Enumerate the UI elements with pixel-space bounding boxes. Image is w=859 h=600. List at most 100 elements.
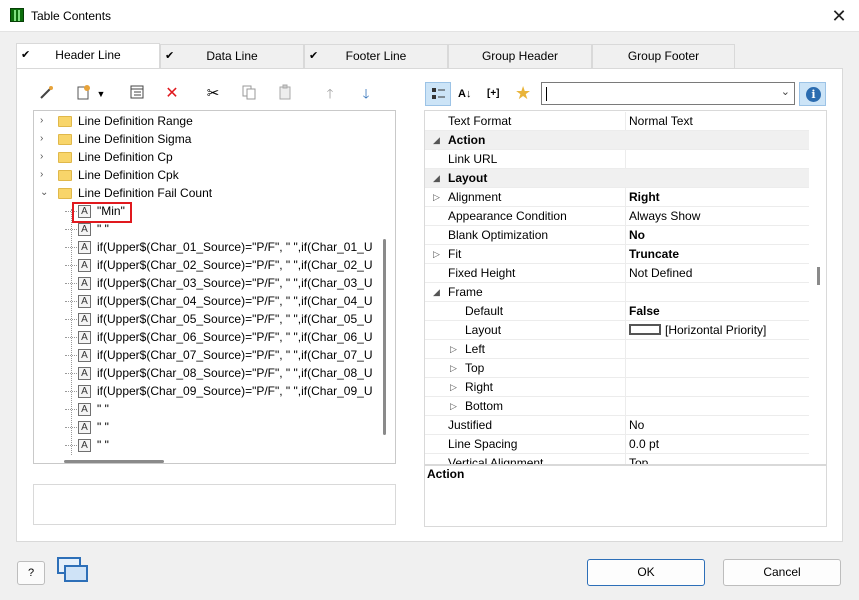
- frame-preview-swatch: [629, 324, 661, 335]
- property-row[interactable]: ▷ Bottom: [425, 397, 809, 416]
- tree-field-item[interactable]: Aif(Upper$(Char_05_Source)="P/F", " ",if…: [34, 310, 379, 328]
- cancel-button[interactable]: Cancel: [723, 559, 841, 586]
- property-value[interactable]: No: [629, 416, 644, 435]
- property-value[interactable]: Truncate: [629, 245, 679, 264]
- property-value[interactable]: Right: [629, 188, 660, 207]
- property-row[interactable]: Vertical Alignment Top: [425, 454, 809, 464]
- property-row[interactable]: ▷ Alignment Right: [425, 188, 809, 207]
- expander-icon[interactable]: ▷: [450, 397, 457, 416]
- tree-view[interactable]: › Line Definition Range › Line Definition S…: [33, 110, 396, 464]
- sort-alphabetical-icon[interactable]: A↓: [458, 84, 480, 104]
- property-name: Blank Optimization: [448, 228, 549, 242]
- new-item-icon[interactable]: [72, 84, 94, 104]
- property-row[interactable]: Link URL: [425, 150, 809, 169]
- expander-icon[interactable]: ⌄: [40, 184, 50, 202]
- property-row[interactable]: Fixed Height Not Defined: [425, 264, 809, 283]
- tree-item-label: if(Upper$(Char_02_Source)="P/F", " ",if(…: [97, 258, 373, 272]
- tree-field-item[interactable]: Aif(Upper$(Char_07_Source)="P/F", " ",if…: [34, 346, 379, 364]
- ok-button[interactable]: OK: [587, 559, 705, 586]
- tree-field-item[interactable]: Aif(Upper$(Char_01_Source)="P/F", " ",if…: [34, 238, 379, 256]
- tree-folder-item[interactable]: › Line Definition Sigma: [34, 130, 379, 148]
- property-category[interactable]: ◢ Layout: [425, 169, 809, 188]
- expander-icon[interactable]: ▷: [450, 340, 457, 359]
- expander-icon[interactable]: ▷: [450, 378, 457, 397]
- property-value[interactable]: [Horizontal Priority]: [629, 321, 766, 340]
- tree-field-item[interactable]: Aif(Upper$(Char_08_Source)="P/F", " ",if…: [34, 364, 379, 382]
- property-value[interactable]: Normal Text: [629, 112, 693, 131]
- property-value[interactable]: Top: [629, 454, 648, 464]
- property-value[interactable]: Always Show: [629, 207, 700, 226]
- expander-icon[interactable]: ◢: [433, 131, 440, 150]
- property-value[interactable]: Not Defined: [629, 264, 692, 283]
- tree-folder-item[interactable]: › Line Definition Range: [34, 112, 379, 130]
- expander-icon[interactable]: ›: [40, 130, 50, 148]
- move-down-icon[interactable]: 🡓: [355, 84, 377, 104]
- tree-field-item[interactable]: A " ": [34, 400, 379, 418]
- tree-folder-item[interactable]: › Line Definition Cpk: [34, 166, 379, 184]
- property-filter-combo[interactable]: ⌄: [541, 82, 795, 105]
- property-row[interactable]: ▷ Right: [425, 378, 809, 397]
- expand-all-icon[interactable]: [+]: [487, 84, 509, 104]
- expander-icon[interactable]: ◢: [433, 283, 440, 302]
- info-button[interactable]: i: [799, 82, 826, 106]
- expander-icon[interactable]: ▷: [433, 188, 440, 207]
- tab-footer-line[interactable]: ✔ Footer Line: [304, 44, 448, 68]
- column-divider: [625, 340, 626, 359]
- property-row[interactable]: ▷ Top: [425, 359, 809, 378]
- categorized-view-icon[interactable]: [425, 82, 451, 106]
- cut-icon[interactable]: ✂: [202, 84, 224, 104]
- tree-field-item[interactable]: Aif(Upper$(Char_06_Source)="P/F", " ",if…: [34, 328, 379, 346]
- property-name: Fixed Height: [448, 266, 516, 280]
- property-value[interactable]: No: [629, 226, 645, 245]
- scrollbar-thumb[interactable]: [64, 460, 164, 463]
- help-button[interactable]: ?: [17, 561, 45, 585]
- property-row[interactable]: Justified No: [425, 416, 809, 435]
- star-icon[interactable]: ★: [515, 82, 537, 104]
- tree-field-item[interactable]: A " ": [34, 418, 379, 436]
- property-row[interactable]: Default False: [425, 302, 809, 321]
- expander-icon[interactable]: ◢: [433, 169, 440, 188]
- tab-data-line[interactable]: ✔ Data Line: [160, 44, 304, 68]
- tree-folder-item[interactable]: › Line Definition Cp: [34, 148, 379, 166]
- move-up-icon[interactable]: 🡑: [319, 84, 341, 104]
- tree-field-item[interactable]: Aif(Upper$(Char_03_Source)="P/F", " ",if…: [34, 274, 379, 292]
- property-row[interactable]: Layout [Horizontal Priority]: [425, 321, 809, 340]
- tab-header-line[interactable]: ✔ Header Line: [16, 43, 160, 69]
- property-row[interactable]: ▷ Left: [425, 340, 809, 359]
- text-caret: [546, 87, 547, 101]
- tab-group-footer[interactable]: Group Footer: [592, 44, 735, 68]
- tree-field-item[interactable]: A " ": [34, 436, 379, 454]
- copy-icon[interactable]: [238, 84, 260, 104]
- windows-icon[interactable]: [57, 557, 89, 583]
- expander-icon[interactable]: ▷: [450, 359, 457, 378]
- tab-group-header[interactable]: Group Header: [448, 44, 592, 68]
- expander-icon[interactable]: ›: [40, 148, 50, 166]
- tree-field-item[interactable]: Aif(Upper$(Char_09_Source)="P/F", " ",if…: [34, 382, 379, 400]
- close-icon[interactable]: ✕: [827, 4, 851, 28]
- scrollbar-thumb[interactable]: [383, 239, 386, 435]
- property-row[interactable]: Blank Optimization No: [425, 226, 809, 245]
- expander-icon[interactable]: ▷: [433, 245, 440, 264]
- tree-field-item[interactable]: Aif(Upper$(Char_04_Source)="P/F", " ",if…: [34, 292, 379, 310]
- expander-icon[interactable]: ›: [40, 112, 50, 130]
- property-value[interactable]: False: [629, 302, 660, 321]
- property-value[interactable]: 0.0 pt: [629, 435, 659, 454]
- tree-field-item[interactable]: Aif(Upper$(Char_02_Source)="P/F", " ",if…: [34, 256, 379, 274]
- paste-icon[interactable]: [274, 84, 296, 104]
- delete-icon[interactable]: ✕: [161, 84, 183, 104]
- wand-icon[interactable]: [36, 84, 58, 104]
- property-grid[interactable]: Text Format Normal Text ◢ Action Link URL ◢ La…: [424, 110, 827, 465]
- property-row[interactable]: Appearance Condition Always Show: [425, 207, 809, 226]
- properties-icon[interactable]: [126, 84, 148, 104]
- chevron-down-icon[interactable]: ⌄: [781, 85, 790, 98]
- property-name: Line Spacing: [448, 437, 518, 451]
- property-row[interactable]: Line Spacing 0.0 pt: [425, 435, 809, 454]
- property-row[interactable]: ▷ Fit Truncate: [425, 245, 809, 264]
- scrollbar-thumb[interactable]: [817, 267, 820, 285]
- property-row[interactable]: ◢ Frame: [425, 283, 809, 302]
- property-category[interactable]: ◢ Action: [425, 131, 809, 150]
- property-row[interactable]: Text Format Normal Text: [425, 112, 809, 131]
- expander-icon[interactable]: ›: [40, 166, 50, 184]
- tree-folder-item[interactable]: ⌄ Line Definition Fail Count: [34, 184, 379, 202]
- dropdown-arrow-icon[interactable]: ▼: [94, 84, 108, 104]
